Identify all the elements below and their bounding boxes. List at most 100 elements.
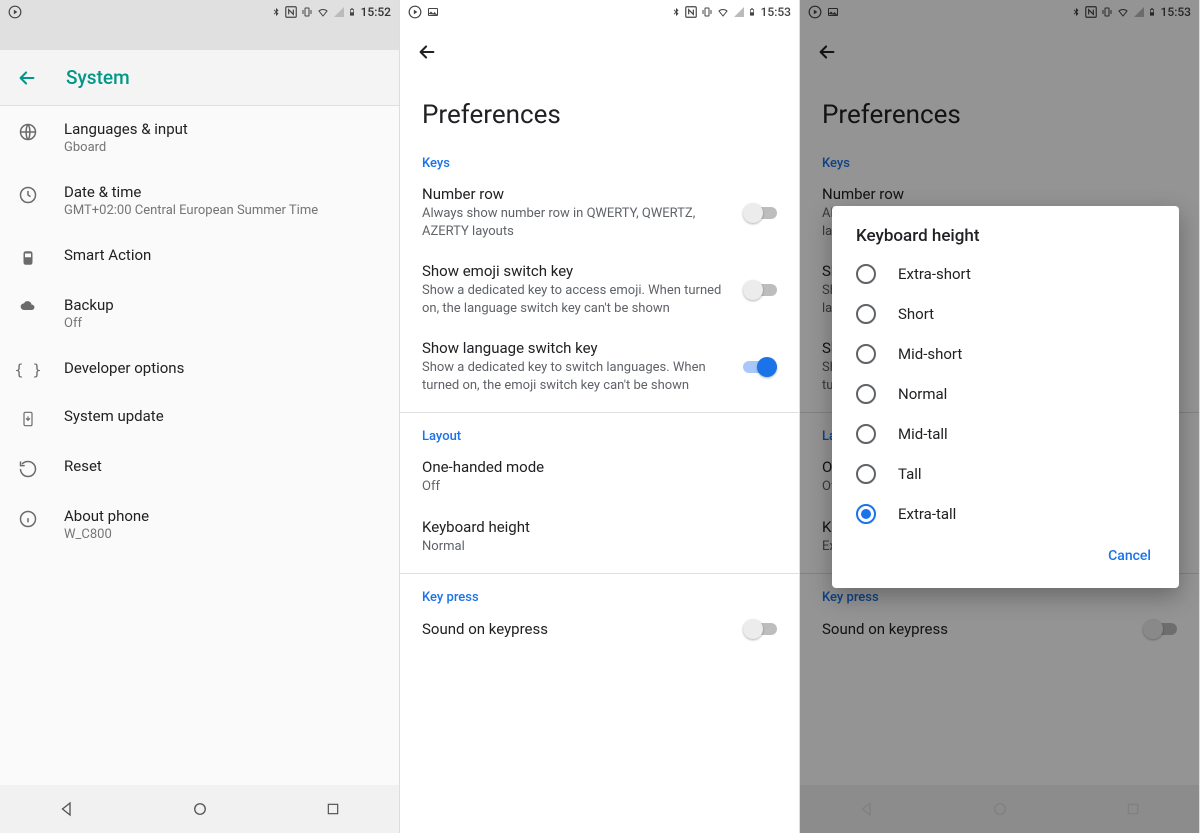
radio-option[interactable]: Tall [832, 454, 1179, 494]
radio-option[interactable]: Mid-tall [832, 414, 1179, 454]
row-number-row[interactable]: Number row Always show number row in QWE… [400, 175, 799, 252]
pref-title: Keyboard height [422, 518, 767, 536]
item-reset[interactable]: Reset [0, 443, 399, 493]
item-title: System update [64, 407, 383, 425]
radio-icon [856, 344, 876, 364]
row-language-switch[interactable]: Show language switch key Show a dedicate… [400, 329, 799, 406]
item-backup[interactable]: Backup Off [0, 282, 399, 345]
pref-sub: Show a dedicated key to access emoji. Wh… [422, 282, 733, 317]
radio-option[interactable]: Mid-short [832, 334, 1179, 374]
pref-title: Sound on keypress [422, 620, 733, 638]
row-emoji-switch[interactable]: Show emoji switch key Show a dedicated k… [400, 252, 799, 329]
vibrate-icon [701, 5, 713, 19]
row-one-handed[interactable]: One-handed mode Off [400, 448, 799, 508]
wifi-icon [716, 6, 730, 18]
pref-title: One-handed mode [422, 458, 767, 476]
pane-preferences-dialog: 15:53 Preferences Keys Number rowAlways … [800, 0, 1200, 833]
item-sub: Off [64, 316, 383, 331]
status-bar: 15:53 [400, 0, 799, 24]
pref-sub: Show a dedicated key to switch languages… [422, 359, 733, 394]
status-time: 15:52 [361, 5, 391, 19]
preferences-header [400, 24, 799, 80]
pref-title: Show language switch key [422, 339, 733, 357]
item-sub: GMT+02:00 Central European Summer Time [64, 203, 383, 218]
item-developer-options[interactable]: { } Developer options [0, 345, 399, 393]
item-about-phone[interactable]: About phone W_C800 [0, 493, 399, 556]
nav-home[interactable] [180, 789, 220, 829]
clock-icon [18, 185, 38, 205]
radio-option[interactable]: Extra-tall [832, 494, 1179, 534]
nav-bar [0, 785, 399, 833]
nav-back[interactable] [47, 789, 87, 829]
section-keypress: Key press [400, 580, 799, 609]
image-icon [426, 6, 440, 18]
nfc-icon [284, 5, 298, 19]
item-title: Date & time [64, 183, 383, 201]
switch-language[interactable] [743, 357, 777, 377]
divider [400, 412, 799, 413]
item-title: Backup [64, 296, 383, 314]
switch-sound[interactable] [743, 619, 777, 639]
nav-recent[interactable] [313, 789, 353, 829]
braces-icon: { } [14, 361, 41, 379]
signal-icon [733, 6, 745, 18]
row-keyboard-height[interactable]: Keyboard height Normal [400, 508, 799, 568]
switch-number-row[interactable] [743, 203, 777, 223]
system-list[interactable]: Languages & input Gboard Date & time GMT… [0, 106, 399, 785]
radio-icon [856, 424, 876, 444]
system-update-icon [20, 409, 36, 429]
divider [400, 573, 799, 574]
reset-icon [18, 459, 38, 479]
nfc-icon [684, 5, 698, 19]
pref-sub: Always show number row in QWERTY, QWERTZ… [422, 205, 733, 240]
pref-title: Number row [422, 185, 733, 203]
row-sound-keypress[interactable]: Sound on keypress [400, 609, 799, 651]
status-time: 15:53 [761, 5, 791, 19]
cancel-button[interactable]: Cancel [1096, 540, 1163, 572]
pane-preferences: 15:53 Preferences Keys Number row Always… [400, 0, 800, 833]
page-title: Preferences [400, 80, 799, 146]
radio-label: Mid-short [898, 345, 962, 363]
radio-option[interactable]: Normal [832, 374, 1179, 414]
item-title: Smart Action [64, 246, 383, 264]
back-icon[interactable] [16, 67, 38, 89]
radio-option[interactable]: Extra-short [832, 254, 1179, 294]
radio-icon [856, 464, 876, 484]
radio-label: Mid-tall [898, 425, 948, 443]
radio-icon [856, 304, 876, 324]
keyboard-height-dialog: Keyboard height Extra-short Short Mid-shor… [832, 206, 1179, 588]
item-title: About phone [64, 507, 383, 525]
bluetooth-icon [671, 5, 681, 19]
globe-icon [18, 122, 38, 142]
item-title: Reset [64, 457, 383, 475]
item-sub: Gboard [64, 140, 383, 155]
item-smart-action[interactable]: Smart Action [0, 232, 399, 282]
radio-label: Normal [898, 385, 947, 403]
section-layout: Layout [400, 419, 799, 448]
dialog-title: Keyboard height [832, 226, 1179, 254]
battery-icon [348, 5, 356, 19]
radio-label: Short [898, 305, 934, 323]
item-date-time[interactable]: Date & time GMT+02:00 Central European S… [0, 169, 399, 232]
radio-option[interactable]: Short [832, 294, 1179, 334]
item-title: Languages & input [64, 120, 383, 138]
item-sub: W_C800 [64, 527, 383, 542]
pref-sub: Normal [422, 538, 767, 556]
pane-system: 15:52 System Languages & input Gboard Da… [0, 0, 400, 833]
bluetooth-icon [271, 5, 281, 19]
back-icon[interactable] [416, 41, 438, 63]
radio-icon [856, 504, 876, 524]
item-languages-input[interactable]: Languages & input Gboard [0, 106, 399, 169]
item-system-update[interactable]: System update [0, 393, 399, 443]
status-extension [0, 24, 399, 50]
radio-icon [856, 264, 876, 284]
battery-icon [748, 5, 756, 19]
switch-emoji[interactable] [743, 280, 777, 300]
page-title: System [66, 66, 130, 89]
smart-action-icon [19, 248, 37, 268]
radio-label: Tall [898, 465, 922, 483]
cloud-icon [17, 298, 39, 314]
system-header: System [0, 50, 399, 106]
play-icon [8, 5, 22, 19]
info-icon [18, 509, 38, 529]
